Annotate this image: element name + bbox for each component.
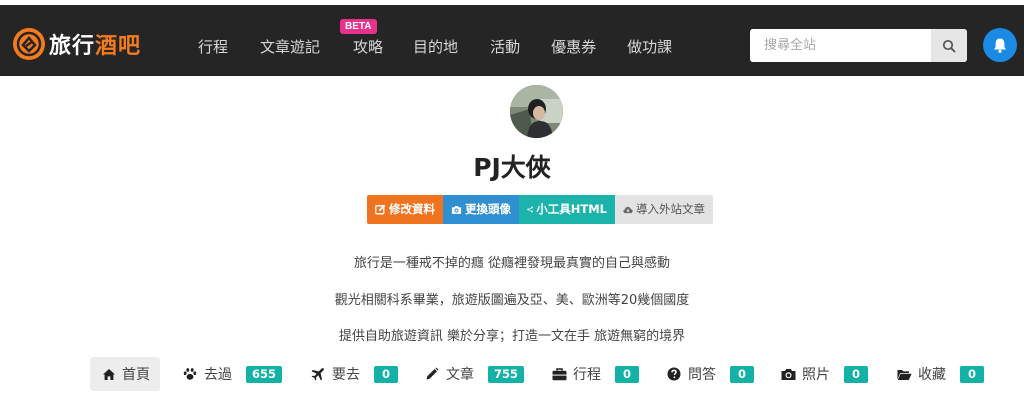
tab-want-to-go[interactable]: 要去 0: [310, 357, 398, 391]
qa-count-badge: 0: [730, 365, 754, 383]
search-input[interactable]: [750, 29, 931, 62]
change-avatar-button[interactable]: 更換頭像: [443, 195, 519, 224]
top-navbar: 旅行酒吧 行程 文章遊記 攻略 BETA 目的地 活動 優惠券 做功課: [0, 0, 1024, 76]
main-nav: 行程 文章遊記 攻略 BETA 目的地 活動 優惠券 做功課: [198, 19, 672, 61]
edit-profile-button[interactable]: 修改資料: [367, 195, 443, 224]
bio-line-1: 旅行是一種戒不掉的癮 從癮裡發現最真實的自己與感動: [353, 256, 671, 271]
bell-icon: [994, 38, 1006, 53]
profile-actions: 修改資料 更換頭像 小工具HTML 導入外站文章: [367, 195, 713, 224]
nav-item-destinations[interactable]: 目的地: [413, 33, 458, 61]
tab-home[interactable]: 首頁: [90, 357, 160, 391]
camera-icon: [451, 205, 462, 214]
question-icon: [666, 366, 682, 382]
cloud-download-icon: [623, 206, 633, 213]
logo-text-part1: 旅行: [49, 34, 96, 59]
tab-articles-label: 文章: [446, 367, 474, 383]
favorites-count-badge: 0: [960, 365, 984, 383]
nav-item-itinerary[interactable]: 行程: [198, 33, 228, 61]
site-search: [750, 29, 967, 62]
tab-visited-label: 去過: [204, 367, 232, 383]
search-icon: [942, 39, 956, 52]
plane-icon: [310, 366, 326, 382]
want-to-go-count-badge: 0: [374, 365, 398, 383]
import-articles-label: 導入外站文章: [636, 202, 705, 216]
site-logo[interactable]: 旅行酒吧: [13, 26, 141, 62]
nav-item-guides[interactable]: 攻略 BETA: [340, 19, 384, 61]
photos-count-badge: 0: [844, 365, 868, 383]
paw-icon: [182, 366, 198, 382]
tab-itineraries-label: 行程: [573, 367, 601, 383]
tab-articles[interactable]: 文章 755: [424, 357, 524, 391]
tab-qa[interactable]: 問答 0: [666, 357, 754, 391]
camera-icon: [780, 366, 796, 382]
edit-profile-label: 修改資料: [389, 202, 435, 216]
nav-item-events[interactable]: 活動: [490, 33, 520, 61]
tab-favorites-label: 收藏: [918, 367, 946, 383]
tab-favorites[interactable]: 收藏 0: [896, 357, 984, 391]
briefcase-icon: [551, 366, 567, 382]
logo-text: 旅行酒吧: [49, 28, 141, 60]
profile-name: PJ大俠: [473, 153, 551, 182]
tab-want-to-go-label: 要去: [332, 367, 360, 383]
tab-itineraries[interactable]: 行程 0: [551, 357, 639, 391]
nav-item-coupons[interactable]: 優惠券: [551, 33, 596, 61]
user-avatar[interactable]: [510, 85, 563, 138]
nav-item-homework[interactable]: 做功課: [627, 33, 672, 61]
notifications-button[interactable]: [983, 28, 1017, 62]
bio-line-3: 提供自助旅遊資訊 樂於分享；打造一文在手 旅遊無窮的境界: [338, 329, 686, 344]
change-avatar-label: 更換頭像: [465, 202, 511, 216]
share-icon: [527, 206, 533, 213]
folder-icon: [896, 366, 912, 382]
bio-line-2: 觀光相關科系畢業，旅遊版圖遍及亞、美、歐洲等20幾個國度: [334, 293, 690, 308]
widget-html-label: 小工具HTML: [536, 202, 607, 216]
nav-item-guides-label: 攻略: [353, 38, 384, 56]
tab-home-label: 首頁: [122, 367, 150, 383]
beta-badge: BETA: [340, 19, 377, 34]
nav-item-articles[interactable]: 文章遊記: [260, 33, 320, 61]
tab-photos-label: 照片: [802, 367, 830, 383]
logo-text-part2: 酒吧: [95, 34, 142, 59]
home-icon: [102, 366, 116, 382]
articles-count-badge: 755: [488, 365, 524, 383]
visited-count-badge: 655: [246, 365, 282, 383]
import-articles-button[interactable]: 導入外站文章: [615, 195, 713, 224]
tab-photos[interactable]: 照片 0: [780, 357, 868, 391]
logo-icon: [13, 28, 45, 60]
edit-icon: [375, 204, 386, 215]
tab-qa-label: 問答: [688, 367, 716, 383]
search-button[interactable]: [931, 29, 967, 62]
tab-visited[interactable]: 去過 655: [182, 357, 282, 391]
itineraries-count-badge: 0: [615, 365, 639, 383]
widget-html-button[interactable]: 小工具HTML: [519, 195, 615, 224]
profile-tabs: 首頁 去過 655 要去 0 文章 755 行程 0 問答 0 照片 0 收藏 …: [0, 357, 1024, 391]
pencil-icon: [424, 366, 440, 382]
